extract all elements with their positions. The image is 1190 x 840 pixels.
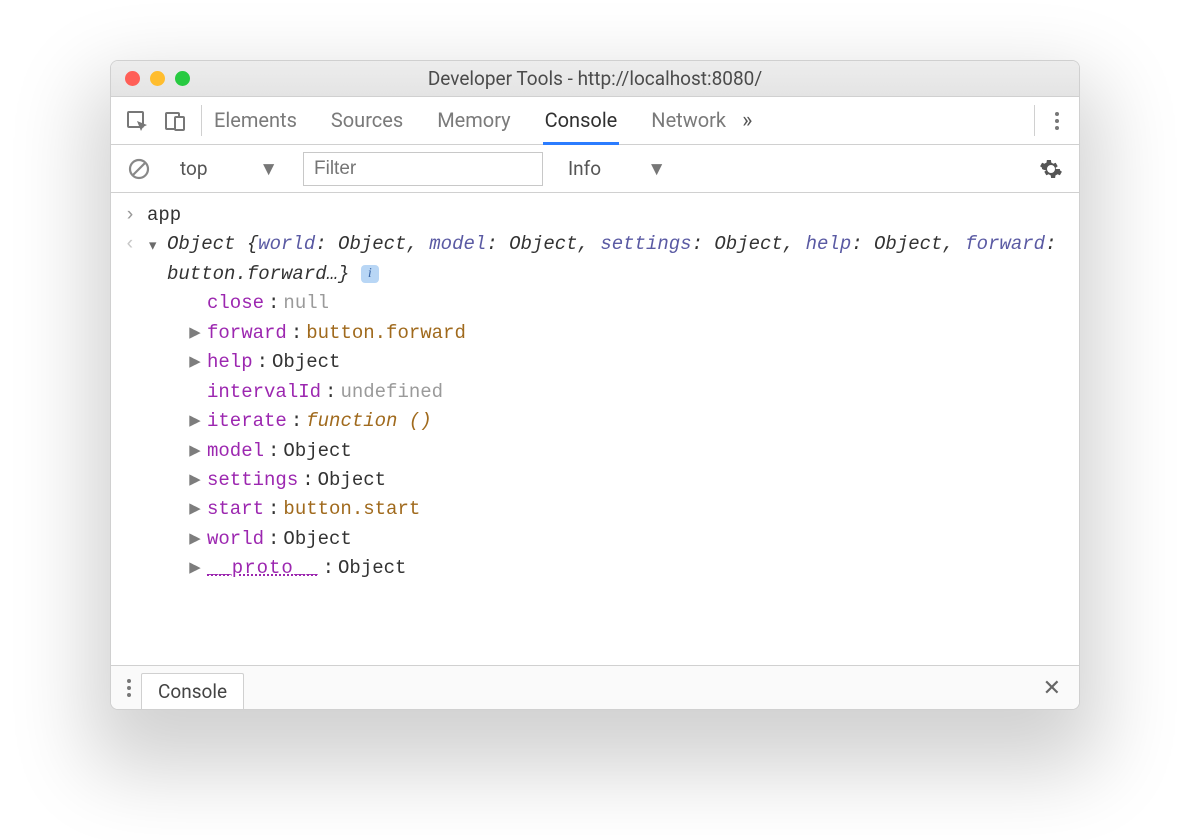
more-options-button[interactable] (1045, 112, 1069, 130)
property-value: Object (338, 554, 406, 583)
tab-elements[interactable]: Elements (212, 98, 299, 145)
object-proto[interactable]: ▶__proto__: Object (187, 554, 1069, 583)
object-property[interactable]: ▶start: button.start (187, 495, 1069, 524)
property-key: settings (207, 466, 298, 495)
property-key: close (207, 289, 264, 318)
close-drawer-button[interactable]: ✕ (1035, 668, 1069, 709)
expand-icon[interactable]: ▶ (187, 437, 203, 466)
tab-console[interactable]: Console (543, 98, 620, 145)
object-property: ▶close: null (187, 289, 1069, 318)
console-output: › app ‹ ▾ Object {world: Object, model: … (111, 193, 1079, 665)
minimize-window-button[interactable] (150, 71, 165, 86)
object-property[interactable]: ▶iterate: function () (187, 407, 1069, 436)
console-result-row: ‹ ▾ Object {world: Object, model: Object… (121, 230, 1069, 289)
tab-sources[interactable]: Sources (329, 98, 405, 145)
drawer: Console ✕ (111, 665, 1079, 709)
expand-icon[interactable]: ▶ (187, 466, 203, 495)
expand-icon[interactable]: ▶ (187, 319, 203, 348)
caret-down-icon: ▼ (259, 157, 278, 181)
tab-strip: Elements Sources Memory Console Network … (111, 97, 1079, 145)
device-toolbar-icon[interactable] (159, 105, 191, 137)
level-label: Info (568, 157, 601, 180)
overflow-tabs-button[interactable]: » (734, 108, 760, 133)
drawer-tab-console[interactable]: Console (141, 673, 244, 709)
info-icon[interactable]: i (361, 265, 379, 283)
close-window-button[interactable] (125, 71, 140, 86)
object-property: ▶intervalId: undefined (187, 378, 1069, 407)
tab-memory[interactable]: Memory (435, 98, 512, 145)
property-value: Object (283, 525, 351, 554)
object-summary[interactable]: Object {world: Object, model: Object, se… (167, 230, 1069, 289)
titlebar: Developer Tools - http://localhost:8080/ (111, 61, 1079, 97)
devtools-window: Developer Tools - http://localhost:8080/… (110, 60, 1080, 710)
property-key: iterate (207, 407, 287, 436)
object-property[interactable]: ▶help: Object (187, 348, 1069, 377)
object-property[interactable]: ▶settings: Object (187, 466, 1069, 495)
expand-icon[interactable]: ▶ (187, 407, 203, 436)
window-title: Developer Tools - http://localhost:8080/ (111, 67, 1079, 90)
object-property[interactable]: ▶model: Object (187, 437, 1069, 466)
property-key: world (207, 525, 264, 554)
object-properties: ▶close: null▶forward: button.forward▶hel… (121, 289, 1069, 583)
property-value: Object (283, 437, 351, 466)
property-value: button.start (283, 495, 420, 524)
property-key: help (207, 348, 253, 377)
expand-icon[interactable]: ▶ (187, 525, 203, 554)
property-value: Object (318, 466, 386, 495)
execution-context-select[interactable]: top ▼ (169, 152, 289, 186)
object-property[interactable]: ▶world: Object (187, 525, 1069, 554)
result-icon: ‹ (121, 230, 139, 259)
console-settings-icon[interactable] (1035, 153, 1067, 185)
context-label: top (180, 157, 208, 180)
property-key: model (207, 437, 264, 466)
property-value: undefined (340, 378, 443, 407)
expand-icon[interactable]: ▶ (187, 554, 203, 583)
caret-down-icon: ▼ (647, 157, 666, 181)
property-key: forward (207, 319, 287, 348)
console-input[interactable]: app (147, 201, 181, 230)
property-value: Object (272, 348, 340, 377)
divider (1034, 105, 1035, 136)
console-input-row: › app (121, 201, 1069, 230)
expand-icon[interactable]: ▶ (187, 495, 203, 524)
object-property[interactable]: ▶forward: button.forward (187, 319, 1069, 348)
zoom-window-button[interactable] (175, 71, 190, 86)
divider (201, 105, 202, 136)
expand-icon[interactable]: ▶ (187, 348, 203, 377)
property-key: intervalId (207, 378, 321, 407)
property-value: function () (306, 407, 431, 436)
window-controls (125, 71, 190, 86)
expand-object-toggle[interactable]: ▾ (147, 230, 161, 289)
property-value: null (283, 289, 329, 318)
log-level-select[interactable]: Info ▼ (557, 152, 677, 186)
drawer-menu-button[interactable] (117, 679, 141, 709)
inspect-element-icon[interactable] (121, 105, 153, 137)
clear-console-icon[interactable] (123, 153, 155, 185)
tab-network[interactable]: Network (649, 98, 728, 145)
property-value: button.forward (306, 319, 466, 348)
property-key: start (207, 495, 264, 524)
property-key: __proto__ (207, 554, 319, 583)
filter-input[interactable] (303, 152, 543, 186)
prompt-icon: › (121, 201, 139, 230)
console-toolbar: top ▼ Info ▼ (111, 145, 1079, 193)
panel-tabs: Elements Sources Memory Console Network (212, 97, 728, 144)
